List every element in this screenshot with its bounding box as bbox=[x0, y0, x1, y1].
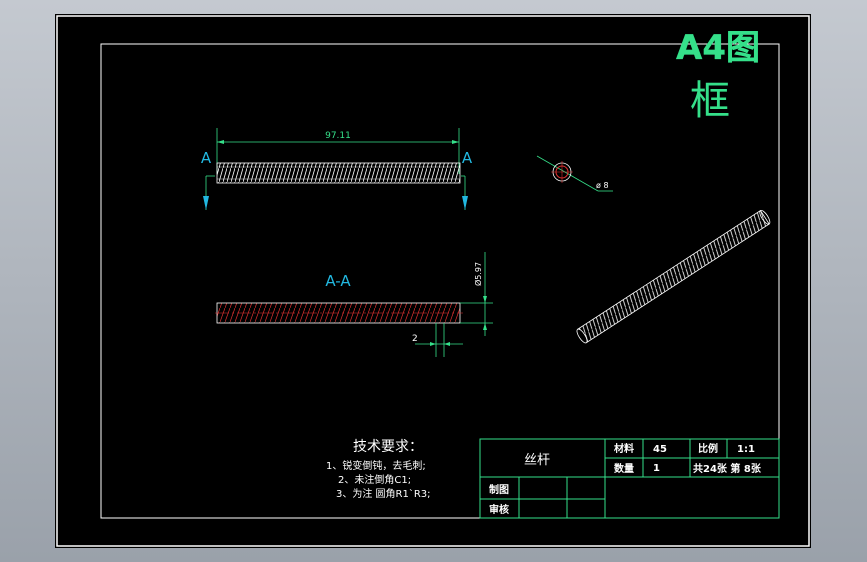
section-view: A-A Ø5.97 2 bbox=[215, 252, 493, 357]
material-label: 材料 bbox=[614, 442, 634, 455]
section-arrow-right bbox=[462, 196, 468, 210]
isometric-view bbox=[576, 209, 771, 344]
sheet-count: 共24张 第 8张 bbox=[693, 462, 762, 475]
drawn-label: 制图 bbox=[489, 483, 509, 496]
section-view-label: A-A bbox=[325, 272, 351, 290]
scale-value: 1:1 bbox=[737, 444, 755, 455]
section-arrow-left bbox=[203, 196, 209, 210]
drawing-canvas[interactable]: A4图 框 97.11 A A ø 8 A-A Ø5.97 2 技术要求： 1、… bbox=[55, 14, 811, 548]
cad-viewport: A4图 框 97.11 A A ø 8 A-A Ø5.97 2 技术要求： 1、… bbox=[0, 0, 867, 562]
qty-label: 数量 bbox=[614, 462, 634, 475]
threaded-rod bbox=[216, 162, 461, 184]
scale-label: 比例 bbox=[698, 442, 718, 455]
notes-line-2: 2、未注倒角C1; bbox=[338, 473, 411, 486]
qty-value: 1 bbox=[653, 463, 660, 474]
sheet-title-line1: A4图 bbox=[676, 28, 760, 68]
drawing-sheet: A4图 框 97.11 A A ø 8 A-A Ø5.97 2 技术要求： 1、… bbox=[55, 14, 811, 548]
pitch-dimension-text: 2 bbox=[412, 334, 418, 344]
end-view-diameter-text: ø 8 bbox=[596, 181, 609, 190]
notes-heading: 技术要求： bbox=[353, 439, 423, 455]
section-diameter-text: Ø5.97 bbox=[473, 262, 483, 286]
material-value: 45 bbox=[653, 444, 667, 455]
technical-notes: 技术要求： 1、锐变倒钝，去毛刺; 2、未注倒角C1; 3、为注 圆角R1`R3… bbox=[326, 439, 431, 500]
sheet-title-line2: 框 bbox=[690, 78, 730, 124]
notes-line-3: 3、为注 圆角R1`R3; bbox=[336, 487, 431, 500]
section-mark-right: A bbox=[462, 149, 473, 167]
section-mark-left: A bbox=[201, 149, 212, 167]
notes-line-1: 1、锐变倒钝，去毛刺; bbox=[326, 459, 426, 472]
checked-label: 审核 bbox=[489, 503, 509, 516]
front-view: 97.11 A A bbox=[201, 128, 473, 210]
end-view: ø 8 bbox=[536, 155, 613, 192]
length-dimension-text: 97.11 bbox=[325, 131, 351, 141]
part-name: 丝杆 bbox=[524, 453, 550, 468]
